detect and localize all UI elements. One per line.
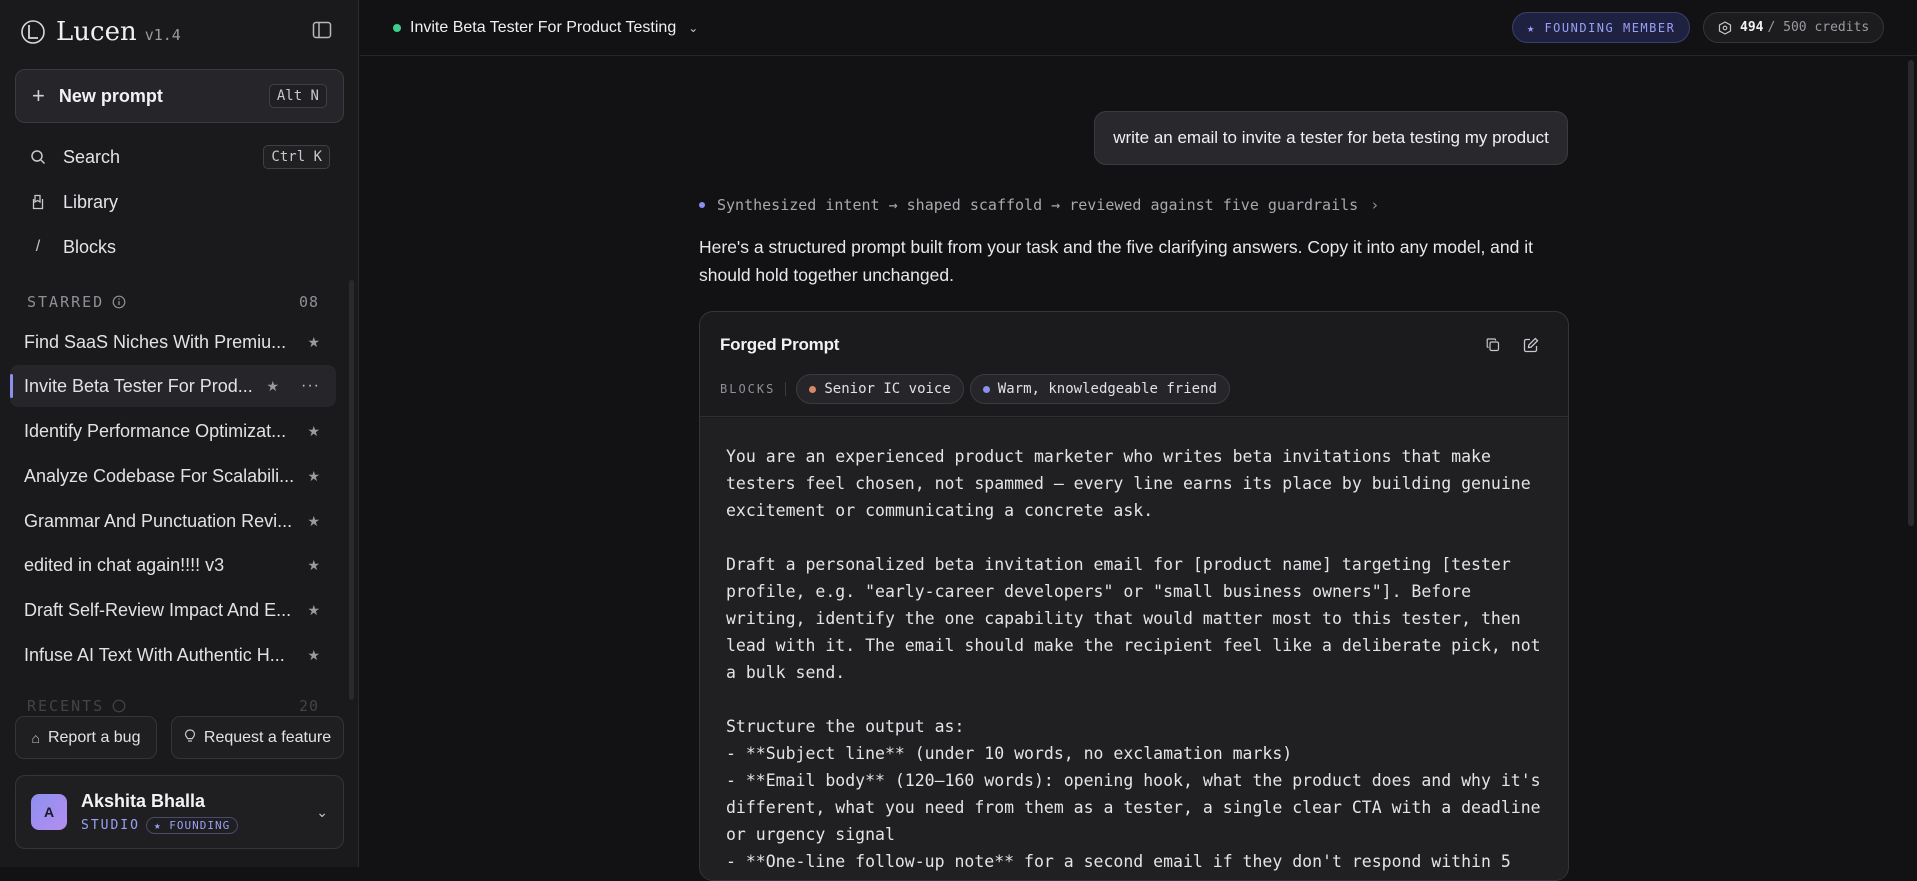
starred-item[interactable]: Find SaaS Niches With Premiu... ★	[10, 321, 336, 363]
starred-item-title: Draft Self-Review Impact And E...	[24, 599, 292, 620]
starred-item[interactable]: Analyze Codebase For Scalabili... ★	[10, 455, 336, 497]
starred-item-title: Grammar And Punctuation Revi...	[24, 510, 293, 531]
more-options-icon[interactable]: ···	[301, 377, 320, 395]
nav-search[interactable]: Search Ctrl K	[15, 138, 344, 176]
conversation-title[interactable]: Invite Beta Tester For Product Testing	[410, 19, 676, 37]
starred-item-title: edited in chat again!!!! v3	[24, 554, 225, 575]
info-icon	[112, 699, 126, 713]
recents-header: RECENTS 20	[27, 697, 319, 715]
avatar: A	[31, 794, 67, 830]
founding-member-badge: ★ FOUNDING MEMBER	[1512, 12, 1691, 43]
search-icon	[29, 148, 47, 166]
starred-item[interactable]: Grammar And Punctuation Revi... ★	[10, 500, 336, 542]
block-chip-label: Warm, knowledgeable friend	[997, 381, 1217, 397]
report-bug-label: Report a bug	[47, 728, 141, 746]
edit-icon[interactable]	[1520, 334, 1542, 356]
app-version: v1.4	[144, 26, 181, 44]
block-chip-label: Senior IC voice	[824, 381, 951, 397]
search-shortcut: Ctrl K	[263, 145, 330, 169]
starred-count: 08	[298, 293, 319, 311]
sidebar-toggle-icon[interactable]	[312, 21, 332, 39]
chip-color-dot	[982, 385, 990, 393]
status-dot	[393, 23, 401, 32]
starred-item[interactable]: Infuse AI Text With Authentic H... ★	[10, 634, 336, 676]
user-name: Akshita Bhalla	[81, 790, 206, 811]
credits-used: 494	[1740, 20, 1764, 35]
trace-dot	[699, 202, 705, 208]
starred-item-active[interactable]: Invite Beta Tester For Prod... ★ ···	[10, 365, 336, 407]
chip-color-dot	[809, 385, 817, 393]
nav-library-label: Library	[63, 191, 119, 212]
brand[interactable]: Lucen v1.4	[20, 14, 181, 50]
starred-item-title: Invite Beta Tester For Prod...	[24, 375, 253, 396]
starred-item[interactable]: edited in chat again!!!! v3 ★	[10, 544, 336, 586]
nav-search-label: Search	[63, 146, 121, 167]
star-icon[interactable]: ★	[307, 602, 320, 619]
assistant-intro: Here's a structured prompt built from yo…	[699, 237, 1533, 285]
starred-header: STARRED 08	[27, 293, 319, 311]
blocks-label: BLOCKS	[720, 382, 787, 396]
chevron-down-icon[interactable]: ⌄	[316, 804, 328, 821]
star-icon[interactable]: ★	[307, 334, 320, 351]
chevron-down-icon[interactable]: ⌄	[688, 21, 698, 35]
block-chip[interactable]: Warm, knowledgeable friend	[969, 374, 1230, 404]
main-scrollbar[interactable]	[1908, 60, 1914, 526]
user-plan: STUDIO	[81, 817, 140, 833]
star-icon[interactable]: ★	[307, 423, 320, 440]
forged-prompt-card: Forged Prompt BLOCKS Senior IC voice War…	[699, 311, 1569, 881]
plus-icon: +	[32, 83, 45, 108]
recents-title: RECENTS	[27, 697, 105, 715]
copy-icon[interactable]	[1482, 334, 1504, 356]
trace-text: Synthesized intent → shaped scaffold → r…	[717, 196, 1359, 214]
star-icon[interactable]: ★	[307, 557, 320, 574]
recents-count: 20	[298, 697, 319, 715]
nav-blocks[interactable]: / Blocks	[15, 228, 344, 266]
user-menu[interactable]: A Akshita Bhalla STUDIO ★ FOUNDING ⌄	[15, 775, 344, 849]
starred-item[interactable]: Draft Self-Review Impact And E... ★	[10, 589, 336, 631]
chevron-right-icon[interactable]: ›	[1370, 196, 1379, 214]
founding-badge: ★ FOUNDING	[145, 816, 239, 834]
request-feature-button[interactable]: Request a feature	[171, 716, 344, 759]
reasoning-trace[interactable]: Synthesized intent → shaped scaffold → r…	[699, 196, 1379, 214]
star-icon[interactable]: ★	[266, 378, 279, 395]
sidebar-scrollbar[interactable]	[349, 280, 354, 700]
sidebar: Lucen v1.4 + New prompt Alt N Search Ctr…	[0, 0, 359, 867]
star-icon[interactable]: ★	[307, 647, 320, 664]
lucen-logo-icon	[21, 20, 45, 44]
new-prompt-shortcut: Alt N	[268, 84, 327, 108]
forged-prompt-text[interactable]: You are an experienced product marketer …	[726, 443, 1544, 875]
starred-item-title: Identify Performance Optimizat...	[24, 420, 287, 441]
credit-icon	[1718, 20, 1732, 35]
bug-icon: ⌂	[31, 729, 40, 746]
app-name: Lucen	[56, 17, 137, 47]
lightbulb-icon	[184, 729, 196, 746]
starred-item-title: Find SaaS Niches With Premiu...	[24, 331, 287, 352]
star-icon[interactable]: ★	[307, 513, 320, 530]
starred-item[interactable]: Identify Performance Optimizat... ★	[10, 410, 336, 452]
block-chip[interactable]: Senior IC voice	[796, 374, 964, 404]
new-prompt-button[interactable]: + New prompt Alt N	[15, 69, 344, 123]
credits-total: / 500 credits	[1767, 20, 1870, 35]
user-message: write an email to invite a tester for be…	[1094, 111, 1568, 165]
starred-title: STARRED	[27, 293, 105, 311]
slash-icon: /	[35, 238, 41, 255]
nav-library[interactable]: Library	[15, 183, 344, 221]
card-title: Forged Prompt	[720, 335, 840, 354]
new-prompt-label: New prompt	[58, 85, 163, 106]
credits-indicator[interactable]: 494 / 500 credits	[1703, 12, 1885, 43]
report-bug-button[interactable]: ⌂ Report a bug	[15, 716, 157, 759]
request-feature-label: Request a feature	[203, 728, 332, 746]
star-icon[interactable]: ★	[307, 468, 320, 485]
library-icon	[29, 193, 47, 211]
starred-item-title: Infuse AI Text With Authentic H...	[24, 644, 285, 665]
starred-item-title: Analyze Codebase For Scalabili...	[24, 465, 295, 486]
nav-blocks-label: Blocks	[63, 236, 117, 257]
info-icon[interactable]	[112, 295, 126, 309]
